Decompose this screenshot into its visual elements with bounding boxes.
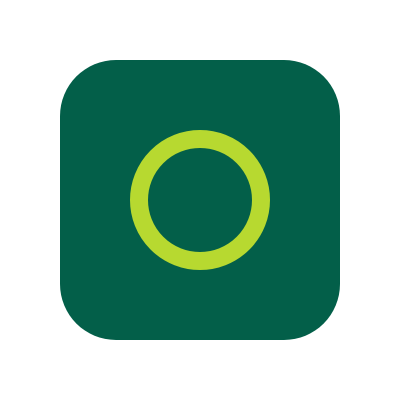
ring-icon xyxy=(130,130,270,270)
app-icon[interactable] xyxy=(60,60,340,340)
icon-canvas xyxy=(0,0,400,400)
